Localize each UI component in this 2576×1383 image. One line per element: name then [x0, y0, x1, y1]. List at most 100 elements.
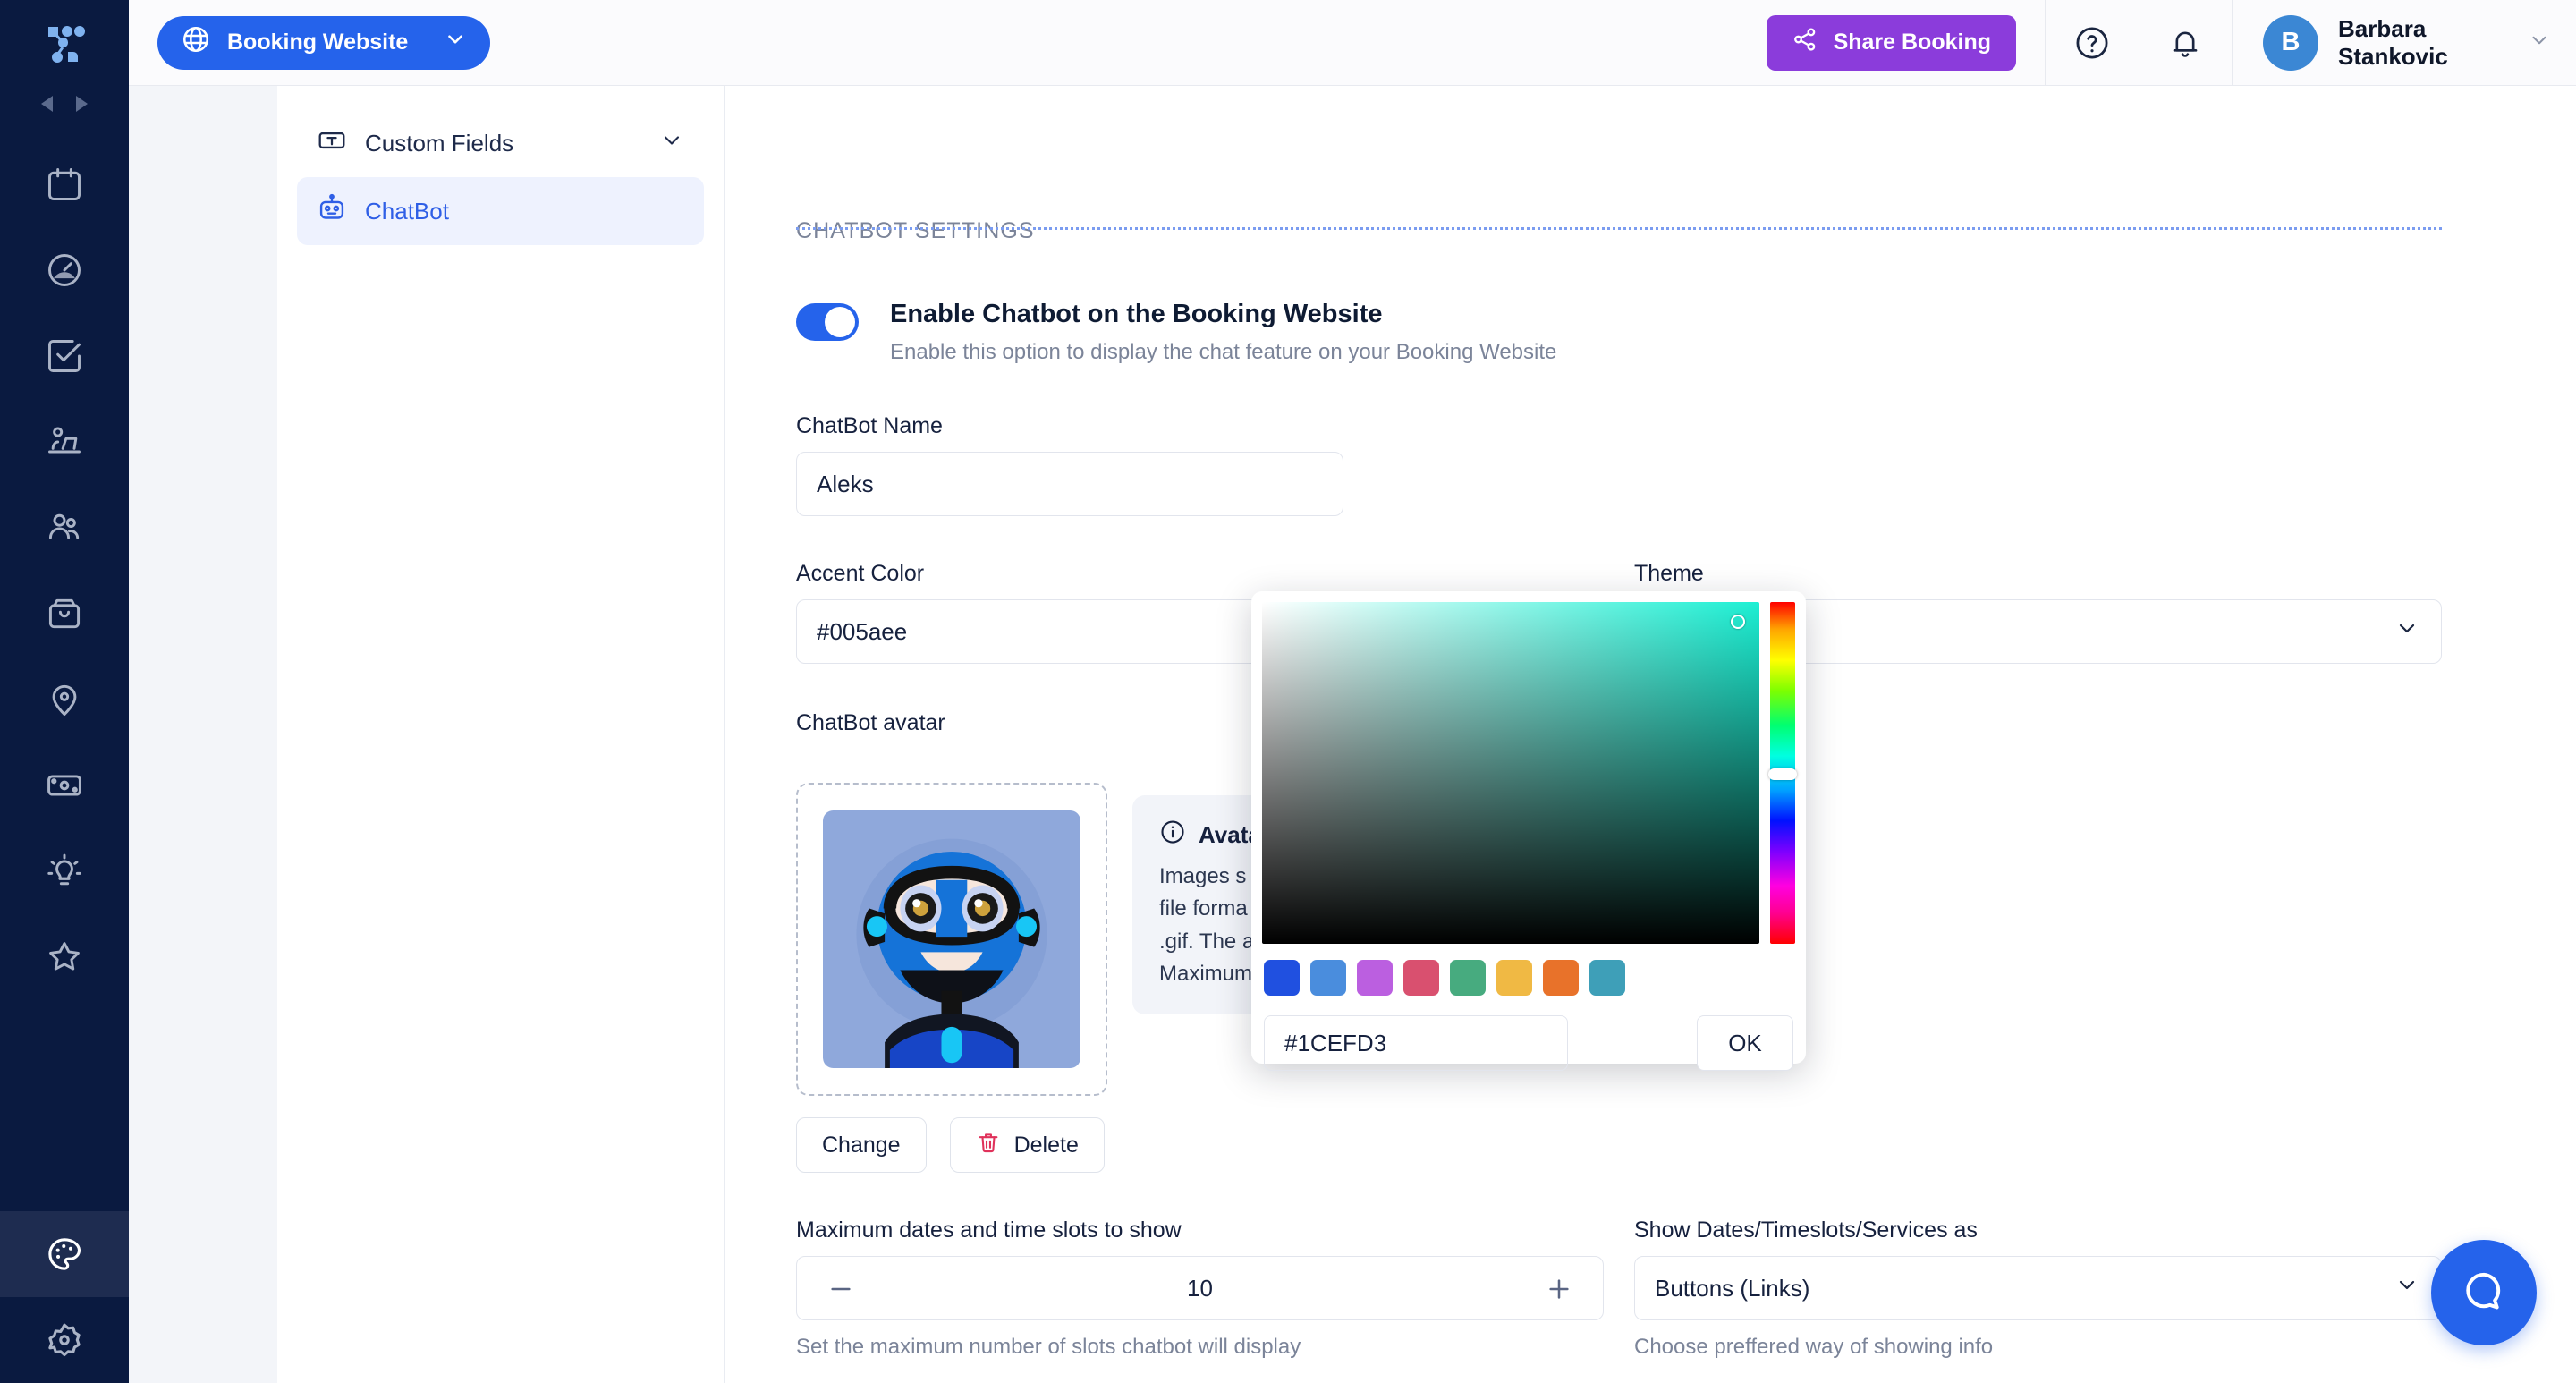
share-icon: [1792, 26, 1818, 59]
user-menu[interactable]: B Barbara Stankovic: [2233, 0, 2576, 86]
text-field-icon: [317, 125, 347, 162]
focus-outline: [796, 227, 2442, 230]
saturation-cursor[interactable]: [1731, 615, 1745, 629]
hue-slider-thumb[interactable]: [1768, 768, 1797, 780]
user-name: Barbara Stankovic: [2338, 14, 2448, 70]
chatbot-name-group: ChatBot Name Aleks: [796, 413, 1343, 516]
booking-website-label: Booking Website: [227, 30, 409, 55]
rail-item-list: [0, 141, 129, 1000]
sidebar-item-appearance[interactable]: [0, 1211, 129, 1297]
avatar-dropzone[interactable]: [796, 783, 1107, 1096]
chevron-down-icon[interactable]: [2394, 1273, 2419, 1304]
share-booking-label: Share Booking: [1833, 30, 1991, 55]
change-avatar-label: Change: [822, 1132, 901, 1158]
booking-website-button[interactable]: Booking Website: [157, 15, 491, 70]
accent-color-label: Accent Color: [796, 561, 925, 586]
plus-icon[interactable]: [1521, 1257, 1597, 1321]
enable-chatbot-text: Enable Chatbot on the Booking Website En…: [890, 300, 1556, 365]
color-picker-top: [1262, 602, 1797, 944]
sidebar-item-customers[interactable]: [0, 485, 129, 571]
sidebar-item-favorites[interactable]: [0, 914, 129, 1000]
color-picker-bottom: #1CEFD3 OK: [1262, 1015, 1795, 1071]
enable-chatbot-title: Enable Chatbot on the Booking Website: [890, 300, 1383, 328]
accent-color-value: #005aee: [817, 617, 908, 645]
bell-icon[interactable]: [2139, 0, 2232, 86]
section-title-chatbot-settings: CHATBOT SETTINGS: [796, 218, 1035, 243]
help-circle-icon[interactable]: [2046, 0, 2139, 86]
minus-icon[interactable]: [802, 1257, 879, 1321]
app-logo[interactable]: [0, 0, 129, 86]
panel-item-label: ChatBot: [365, 197, 449, 225]
color-picker-popup[interactable]: #1CEFD3 OK: [1251, 591, 1806, 1071]
chevron-down-icon[interactable]: [659, 128, 684, 159]
avatar: B: [2263, 14, 2318, 71]
rail-bottom-items: [0, 1211, 129, 1383]
max-slots-hint: Set the maximum number of slots chatbot …: [796, 1335, 1301, 1359]
chevron-down-icon[interactable]: [2528, 29, 2551, 56]
chevron-down-icon[interactable]: [2394, 616, 2419, 648]
chatbot-name-input[interactable]: Aleks: [796, 452, 1343, 516]
panel-item-custom-fields[interactable]: Custom Fields: [297, 109, 704, 177]
enable-chatbot-row: Enable Chatbot on the Booking Website En…: [796, 300, 2442, 365]
preset-swatch[interactable]: [1589, 960, 1625, 996]
enable-chatbot-toggle[interactable]: [796, 303, 859, 341]
preset-swatch[interactable]: [1403, 960, 1439, 996]
chat-bubble-icon: [2459, 1266, 2509, 1320]
panel-item-label: Custom Fields: [365, 129, 514, 157]
show-as-label: Show Dates/Timeslots/Services as: [1634, 1218, 1978, 1243]
ok-button[interactable]: OK: [1697, 1015, 1793, 1071]
sidebar-item-calendar[interactable]: [0, 141, 129, 227]
show-as-hint: Choose preffered way of showing info: [1634, 1335, 1994, 1359]
trash-icon: [976, 1130, 1001, 1161]
show-as-group: Show Dates/Timeslots/Services as Buttons…: [1634, 1218, 2442, 1360]
preset-swatch[interactable]: [1357, 960, 1393, 996]
sidebar-item-settings[interactable]: [0, 1297, 129, 1383]
preset-swatch[interactable]: [1264, 960, 1300, 996]
robot-icon: [317, 193, 347, 230]
show-as-select[interactable]: Buttons (Links): [1634, 1256, 2442, 1320]
hex-input[interactable]: #1CEFD3: [1264, 1015, 1568, 1071]
share-booking-button[interactable]: Share Booking: [1766, 14, 2016, 71]
primary-nav-rail: [0, 0, 129, 1383]
slots-showas-row: Maximum dates and time slots to show 10: [796, 1218, 2442, 1360]
sidebar-item-locations[interactable]: [0, 657, 129, 742]
theme-label: Theme: [1634, 561, 1704, 586]
chatbot-name-label: ChatBot Name: [796, 413, 943, 438]
globe-icon: [181, 24, 211, 61]
app-root: Booking Website Share Booking B Barbara …: [0, 0, 2576, 1383]
settings-panel: Custom Fields ChatBot: [277, 86, 724, 1383]
topbar: Booking Website Share Booking B Barbara …: [129, 0, 2576, 86]
subnav-spacer: [129, 86, 277, 1383]
preset-swatches: [1262, 960, 1795, 996]
max-slots-value: 10: [1187, 1274, 1213, 1302]
chat-fab-button[interactable]: [2431, 1240, 2537, 1345]
avatar-buttons: Change Delete: [796, 1117, 2442, 1173]
saturation-value-area[interactable]: [1262, 602, 1759, 944]
max-slots-stepper[interactable]: 10: [796, 1256, 1604, 1320]
sidebar-item-inbox[interactable]: [0, 571, 129, 657]
preset-swatch[interactable]: [1543, 960, 1579, 996]
chevron-down-icon[interactable]: [444, 28, 467, 57]
preset-swatch[interactable]: [1310, 960, 1346, 996]
hue-slider[interactable]: [1768, 602, 1797, 944]
panel-item-chatbot[interactable]: ChatBot: [297, 177, 704, 245]
delete-avatar-label: Delete: [1013, 1132, 1079, 1158]
change-avatar-button[interactable]: Change: [796, 1117, 927, 1173]
blue-robot-avatar: [823, 810, 1080, 1068]
preset-swatch[interactable]: [1496, 960, 1532, 996]
delete-avatar-button[interactable]: Delete: [949, 1117, 1105, 1173]
collapse-right-arrow-icon[interactable]: [76, 96, 88, 112]
sidebar-item-workspace[interactable]: [0, 399, 129, 485]
rail-collapse-arrows[interactable]: [0, 86, 129, 122]
toggle-knob: [825, 307, 855, 337]
info-circle-icon: [1159, 819, 1186, 852]
sidebar-item-insights[interactable]: [0, 828, 129, 914]
sidebar-item-dashboard[interactable]: [0, 227, 129, 313]
max-slots-label: Maximum dates and time slots to show: [796, 1218, 1182, 1243]
collapse-left-arrow-icon[interactable]: [41, 96, 53, 112]
preset-swatch[interactable]: [1450, 960, 1486, 996]
sidebar-item-tasks[interactable]: [0, 313, 129, 399]
sidebar-item-payments[interactable]: [0, 742, 129, 828]
show-as-value: Buttons (Links): [1655, 1274, 1810, 1302]
enable-chatbot-subtitle: Enable this option to display the chat f…: [890, 340, 1557, 364]
